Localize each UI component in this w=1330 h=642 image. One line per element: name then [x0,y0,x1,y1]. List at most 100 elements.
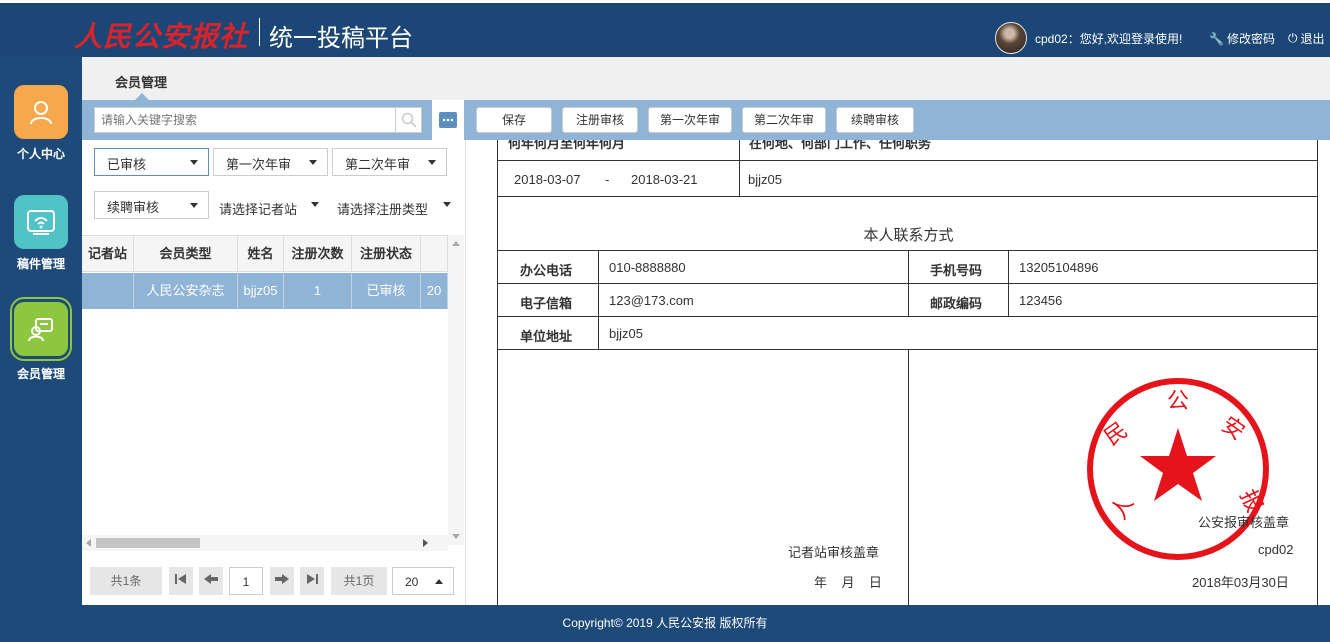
advanced-filter-button[interactable] [432,100,464,140]
scroll-down-icon [452,534,460,539]
nav-label-member-management: 会员管理 [16,367,65,381]
search-icon [401,112,417,128]
office-phone-label: 办公电话 [520,263,573,278]
col-header-station[interactable]: 记者站 [82,236,134,271]
pagination: 共1条 1 共1页 20 [82,558,466,605]
station-seal-label: 记者站审核盖章 [788,545,880,560]
reg-type-select[interactable]: 请选择注册类型 [333,194,453,222]
table-header: 记者站 会员类型 姓名 注册次数 注册状态 [82,236,448,272]
caret-down-icon [311,202,319,207]
first-annual-value: 第一次年审 [226,157,292,172]
scroll-thumb[interactable] [96,538,200,548]
register-audit-button[interactable]: 注册审核 [562,107,638,133]
mobile-value: 13205104896 [1019,260,1099,275]
action-toolbar: 保存 注册审核 第一次年审 第二次年审 续聘审核 [466,100,1330,140]
second-annual-select[interactable]: 第二次年审 [332,148,447,176]
scroll-up-icon [452,241,460,246]
station-sign-date: 年 月 日 [814,575,882,590]
period-dash: - [605,172,610,187]
left-navigation: 个人中心 稿件管理 会员管理 [0,57,82,605]
prev-page-button[interactable] [199,567,223,595]
official-red-seal: 人 民 公 安 报 [1087,378,1269,560]
caret-up-icon [435,579,443,584]
first-annual-button[interactable]: 第一次年审 [648,107,732,133]
table-horizontal-scrollbar[interactable] [82,535,448,551]
cell-station [82,273,134,309]
nav-item-manuscripts[interactable]: 稿件管理 [0,195,82,272]
station-select[interactable]: 请选择记者站 [215,194,321,222]
first-page-icon [175,574,186,584]
mobile-label: 手机号码 [930,263,983,278]
grid-line [498,196,1317,197]
chevron-down-icon [190,160,198,165]
period-to: 2018-03-21 [631,172,698,187]
chevron-down-icon [190,203,198,208]
wifi-monitor-icon [14,195,68,249]
user-icon [14,85,68,139]
last-page-button[interactable] [300,567,324,595]
first-annual-select[interactable]: 第一次年审 [213,148,328,176]
page-number-input[interactable]: 1 [229,567,263,595]
first-page-button[interactable] [169,567,193,595]
page-size-value: 20 [405,575,419,589]
col-header-reg-count[interactable]: 注册次数 [284,236,352,271]
grid-line [598,250,599,349]
cell-member-type: 人民公安杂志 [134,273,238,309]
nav-label-personal-center: 个人中心 [16,147,65,161]
period-column-header: 何年何月至何年何月 [508,140,626,151]
col-header-member-type[interactable]: 会员类型 [134,236,238,271]
renewal-audit-button[interactable]: 续聘审核 [836,107,914,133]
save-button[interactable]: 保存 [476,107,552,133]
logo-divider [259,18,260,46]
last-page-icon [307,574,318,584]
page-size-select[interactable]: 20 [392,567,454,595]
scroll-left-icon [86,539,91,547]
total-count: 共1条 [90,567,162,595]
police-seal-label: 公安报审核盖章 [1198,515,1290,530]
col-header-date[interactable] [421,236,448,271]
member-list-panel: 已审核 第一次年审 第二次年审 续聘审核 请选择记者站 请选择注册类型 记者站 … [82,100,466,605]
change-password-link[interactable]: 🔧 修改密码 [1209,30,1275,47]
audit-status-select[interactable]: 已审核 [94,148,209,176]
chat-box-icon [439,112,457,128]
logout-label: 退出 [1300,32,1325,46]
total-pages: 共1页 [331,567,387,595]
cell-reg-status: 已审核 [352,273,421,309]
platform-title: 统一投稿平台 [269,24,413,52]
search-input[interactable] [94,107,396,133]
main-content: 会员管理 已审核 第一次年审 [82,57,1330,605]
next-page-button[interactable] [270,567,294,595]
logout-link[interactable]: ⏻ 退出 [1288,30,1325,47]
renewal-select[interactable]: 续聘审核 [94,191,209,219]
avatar[interactable] [995,22,1027,54]
member-detail-panel: 保存 注册审核 第一次年审 第二次年审 续聘审核 何年何月至何年何月 在何地、何… [466,100,1330,605]
station-value: 请选择记者站 [219,202,298,217]
member-card-icon [14,302,68,356]
work-column-header: 在何地、何部门工作、任何职务 [749,140,932,151]
postcode-value: 123456 [1019,293,1063,308]
grid-line [908,349,909,605]
member-registration-form: 何年何月至何年何月 在何地、何部门工作、任何职务 2018-03-07 - 20… [497,140,1318,605]
tab-active-caret [135,93,149,100]
nav-item-member-management[interactable]: 会员管理 [0,297,82,382]
cell-reg-count: 1 [284,273,352,309]
second-annual-button[interactable]: 第二次年审 [742,107,826,133]
col-header-reg-status[interactable]: 注册状态 [352,236,421,271]
grid-line [498,316,1317,317]
svg-text:人: 人 [1107,492,1140,524]
nav-item-personal-center[interactable]: 个人中心 [0,85,82,162]
period-from: 2018-03-07 [514,172,581,187]
search-bar [82,100,466,140]
table-vertical-scrollbar[interactable] [448,235,464,545]
col-header-name[interactable]: 姓名 [238,236,284,271]
svg-text:安: 安 [1217,412,1249,445]
change-password-label: 修改密码 [1226,32,1275,46]
grid-line [739,140,740,197]
audit-status-value: 已审核 [107,157,147,172]
tab-member-management[interactable]: 会员管理 [115,72,167,91]
address-value: bjjz05 [609,326,643,341]
reg-type-value: 请选择注册类型 [337,202,429,217]
postcode-label: 邮政编码 [930,296,983,311]
table-row[interactable]: 人民公安杂志 bjjz05 1 已审核 20 [82,273,448,309]
search-button[interactable] [396,107,422,133]
